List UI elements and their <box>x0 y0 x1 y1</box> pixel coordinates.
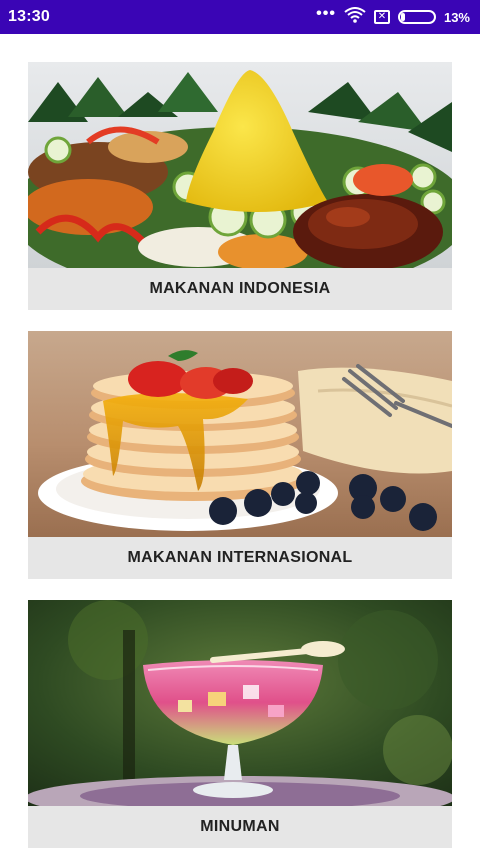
wifi-icon <box>344 6 366 28</box>
menu-card-makanan-internasional[interactable]: MAKANAN INTERNASIONAL <box>28 331 452 579</box>
more-dots-icon: ••• <box>316 5 336 22</box>
menu-card-label: MAKANAN INDONESIA <box>28 268 452 310</box>
menu-card-minuman[interactable]: MINUMAN <box>28 600 452 848</box>
battery-level-fill <box>400 13 405 21</box>
pancake-stack-photo <box>28 331 452 537</box>
status-bar: 13:30 ••• ✕ 13% <box>0 0 480 34</box>
menu-card-label: MINUMAN <box>28 806 452 848</box>
status-icons: ••• ✕ 13% <box>316 5 470 28</box>
battery-percent: 13% <box>443 9 470 25</box>
status-time: 13:30 <box>8 8 50 25</box>
battery-icon <box>397 10 436 24</box>
menu-card-label: MAKANAN INTERNASIONAL <box>28 537 452 579</box>
tumpeng-rice-cone-photo <box>28 62 452 268</box>
fruit-ice-drink-photo <box>28 600 452 806</box>
menu-card-makanan-indonesia[interactable]: MAKANAN INDONESIA <box>28 62 452 310</box>
no-sim-icon: ✕ <box>373 10 390 24</box>
